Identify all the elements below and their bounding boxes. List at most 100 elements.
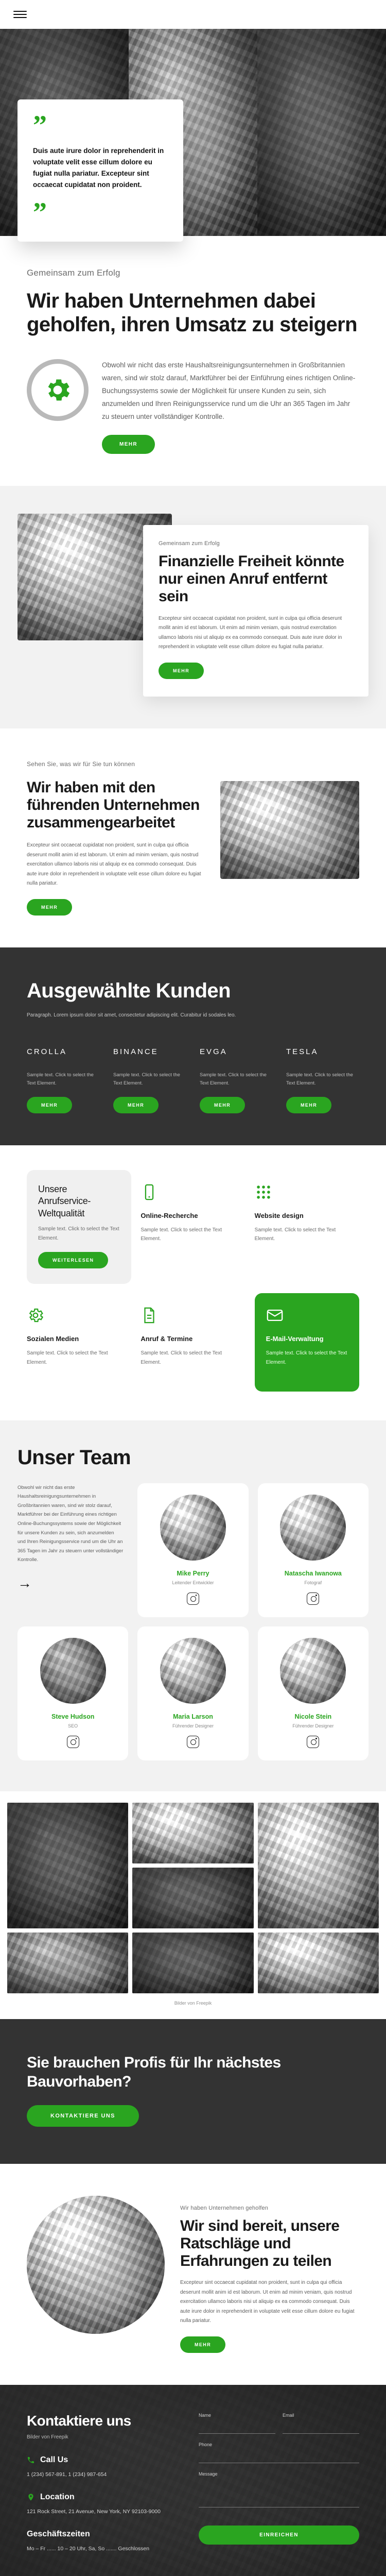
submit-button[interactable]: Einreichen (199, 2525, 359, 2545)
service-card-sozialen-medien: Sozialen Medien Sample text. Click to se… (27, 1293, 131, 1392)
gallery-section: Bilder von Freepik (0, 1791, 386, 2019)
phone-label: Phone (199, 2442, 213, 2447)
service-card-anruf-termine: Anruf & Termine Sample text. Click to se… (141, 1293, 245, 1392)
instagram-icon[interactable] (307, 1592, 320, 1605)
leading-cta-button[interactable]: Mehr (27, 899, 73, 916)
leading-eyebrow: Sehen Sie, was wir für Sie tun können (27, 760, 135, 768)
quote-mark-open: ” (33, 110, 47, 141)
intro-eyebrow: Gemeinsam zum Erfolg (27, 268, 120, 278)
service-desc: Sample text. Click to select the Text El… (266, 1350, 347, 1365)
finance-section: Gemeinsam zum Erfolg Finanzielle Freihei… (0, 486, 386, 728)
instagram-icon[interactable] (66, 1735, 79, 1748)
client-logo-binance: BINANCE (113, 1047, 159, 1057)
gear-icon (27, 359, 89, 421)
finance-eyebrow: Gemeinsam zum Erfolg (159, 540, 220, 547)
site-header (0, 0, 386, 29)
services-section: Unsere Anrufservice-Weltqualität Sample … (0, 1145, 386, 1420)
service-featured-title: Unsere Anrufservice-Weltqualität (38, 1184, 91, 1218)
bottom-feature-body: Excepteur sint occaecat cupidatat non pr… (180, 2280, 355, 2324)
bottom-feature-cta[interactable]: Mehr (180, 2336, 226, 2353)
clients-title: Ausgewählte Kunden (27, 979, 231, 1002)
team-section: Unser Team Obwohl wir nicht das erste Ha… (0, 1420, 386, 1791)
service-featured-cta[interactable]: Weiterlesen (38, 1252, 109, 1269)
grid-dots-icon (256, 1185, 270, 1199)
client-cta-button[interactable]: Mehr (286, 1097, 332, 1114)
message-label: Message (199, 2471, 218, 2477)
contact-hours-block: Geschäftszeiten Mo – Fr ...... 10 – 20 U… (27, 2530, 181, 2553)
team-arrow-icon[interactable]: → (17, 1575, 32, 1590)
client-logo-grid: CROLLA Sample text. Click to select the … (27, 1043, 359, 1114)
contact-phone-block: Call Us 1 (234) 567-891, 1 (234) 987-654 (27, 2455, 181, 2479)
avatar (160, 1637, 226, 1704)
client-cta-button[interactable]: Mehr (27, 1097, 73, 1114)
client-cta-button[interactable]: Mehr (200, 1097, 245, 1114)
phone-field-group: Phone (199, 2442, 359, 2463)
team-member-role: SEO (68, 1723, 78, 1728)
document-icon (144, 1307, 154, 1324)
contact-location-block: Location 121 Rock Street, 21 Avenue, New… (27, 2493, 181, 2516)
client-logo-tesla: TESLA (286, 1047, 319, 1057)
name-field-group: Name (199, 2413, 275, 2434)
phone-input[interactable] (199, 2450, 359, 2463)
message-input[interactable] (199, 2479, 359, 2507)
name-input[interactable] (199, 2420, 275, 2434)
clients-section: Ausgewählte Kunden Paragraph. Lorem ipsu… (0, 947, 386, 1146)
leading-body: Excepteur sint occaecat cupidatat non pr… (27, 842, 201, 887)
team-member-name: Maria Larson (173, 1713, 213, 1720)
instagram-icon[interactable] (186, 1735, 199, 1748)
phone-icon (28, 2456, 34, 2463)
email-input[interactable] (283, 2420, 359, 2434)
gallery-tile-smartphone (257, 1932, 379, 1993)
hero-section: ” Duis aute irure dolor in reprehenderit… (0, 29, 386, 242)
client-desc: Sample text. Click to select the Text El… (27, 1072, 94, 1086)
intro-cta-button[interactable]: Mehr (102, 435, 155, 454)
service-featured-desc: Sample text. Click to select the Text El… (38, 1226, 119, 1241)
service-desc: Sample text. Click to select the Text El… (141, 1227, 222, 1242)
contact-location-value: 121 Rock Street, 21 Avenue, New York, NY… (27, 2509, 161, 2515)
team-title: Unser Team (17, 1446, 131, 1469)
gallery-tile-business-cards (132, 1802, 254, 1863)
client-card: CROLLA Sample text. Click to select the … (27, 1043, 100, 1114)
cta-band-button[interactable]: Kontaktiere uns (27, 2105, 139, 2127)
client-card: TESLA Sample text. Click to select the T… (286, 1043, 359, 1114)
quote-mark-close: ” (33, 196, 47, 228)
cta-band-title: Sie brauchen Profis für Ihr nächstes Bau… (27, 2054, 281, 2091)
finance-cta-button[interactable]: Mehr (159, 662, 204, 679)
contact-form[interactable]: Name Email Phone Message EINREICHEN (199, 2413, 359, 2567)
team-member-name: Steve Hudson (51, 1713, 95, 1720)
hero-photo-right (257, 29, 386, 236)
service-desc: Sample text. Click to select the Text El… (254, 1227, 336, 1242)
hamburger-menu-icon[interactable] (13, 11, 27, 18)
bottom-feature-title: Wir sind bereit, unsere Ratschläge und E… (180, 2217, 340, 2270)
team-member-name: Natascha Iwanowa (284, 1569, 342, 1577)
leading-photo (220, 781, 359, 879)
team-member-card: Maria Larson Führender Designer (137, 1626, 249, 1760)
hero-quote-text: Duis aute irure dolor in reprehenderit i… (33, 147, 164, 189)
cta-band-section: Sie brauchen Profis für Ihr nächstes Bau… (0, 2019, 386, 2164)
gallery-tile-storefront (7, 1802, 129, 1928)
service-title: Sozialen Medien (27, 1335, 79, 1343)
intro-title: Wir haben Unternehmen dabei geholfen, ih… (27, 290, 358, 336)
leading-title: Wir haben mit den führenden Unternehmen … (27, 778, 200, 831)
instagram-icon[interactable] (307, 1735, 320, 1748)
service-desc: Sample text. Click to select the Text El… (141, 1350, 222, 1365)
gallery-tile-laptop-ideas (7, 1932, 129, 1993)
team-member-card: Steve Hudson SEO (17, 1626, 129, 1760)
services-grid: Unsere Anrufservice-Weltqualität Sample … (27, 1170, 359, 1392)
email-label: Email (283, 2412, 294, 2418)
leading-section: Sehen Sie, was wir für Sie tun können Wi… (0, 728, 386, 947)
avatar (40, 1637, 106, 1704)
intro-section: Gemeinsam zum Erfolg Wir haben Unternehm… (0, 236, 386, 486)
team-grid-bottom: Steve Hudson SEO Maria Larson Führender … (17, 1626, 369, 1760)
contact-hours-label: Geschäftszeiten (27, 2530, 90, 2539)
team-intro-text: Obwohl wir nicht das erste Haushaltsrein… (17, 1484, 124, 1563)
gallery-grid (0, 1802, 386, 1993)
bottom-feature-section: Wir haben Unternehmen geholfen Wir sind … (0, 2164, 386, 2385)
contact-hours-value: Mo – Fr ...... 10 – 20 Uhr, Sa, So .....… (27, 2546, 150, 2552)
service-title: Online-Recherche (141, 1212, 198, 1220)
instagram-icon[interactable] (186, 1592, 199, 1605)
client-cta-button[interactable]: Mehr (113, 1097, 159, 1114)
message-field-group: Message (199, 2471, 359, 2510)
team-member-role: Führender Designer (172, 1723, 214, 1728)
contact-section: Kontaktiere uns Bilder von Freepik Call … (0, 2384, 386, 2576)
